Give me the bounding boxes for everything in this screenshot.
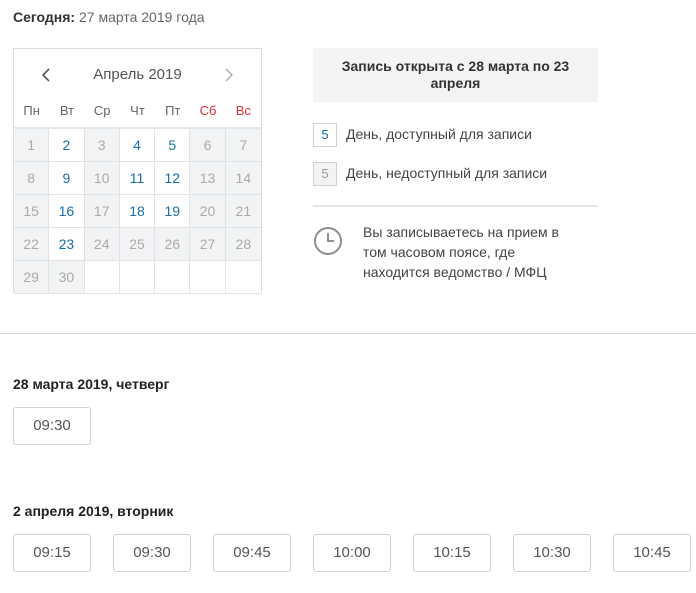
calendar-day: 17 [84, 195, 120, 228]
today-label: Сегодня: [13, 9, 76, 25]
weekday-row: Пн Вт Ср Чт Пт Сб Вс [14, 99, 261, 129]
calendar-day: 15 [14, 195, 50, 228]
section-divider [0, 333, 696, 334]
weekday-label: Сб [199, 103, 217, 118]
time-slot-button[interactable]: 09:45 [213, 534, 291, 572]
time-slot-button[interactable]: 10:00 [313, 534, 391, 572]
calendar-day[interactable]: 11 [119, 162, 156, 195]
calendar-day[interactable]: 19 [155, 195, 191, 228]
today-line: Сегодня: 27 марта 2019 года [13, 9, 205, 25]
calendar-day: 6 [190, 129, 226, 162]
calendar-day: 26 [155, 228, 191, 261]
calendar-day: 7 [225, 129, 261, 162]
calendar-day: 28 [225, 228, 261, 261]
calendar-day: 30 [49, 261, 85, 294]
legend-unavailable-swatch: 5 [313, 162, 337, 186]
calendar-day[interactable]: 5 [155, 129, 191, 162]
time-slot-button[interactable]: 09:30 [13, 407, 91, 445]
time-slot-button[interactable]: 09:15 [13, 534, 91, 572]
weekday-label: Чт [130, 103, 145, 118]
calendar-day: 29 [14, 261, 50, 294]
calendar-day: 8 [14, 162, 50, 195]
calendar-day: 1 [14, 129, 50, 162]
date-heading: 28 марта 2019, четверг [13, 376, 170, 392]
calendar-day: 22 [14, 228, 50, 261]
calendar-empty-cell [225, 261, 261, 294]
calendar-day[interactable]: 2 [49, 129, 85, 162]
calendar-day: 21 [225, 195, 261, 228]
booking-window-banner: Запись открыта с 28 марта по 23 апреля [313, 48, 598, 102]
calendar-day[interactable]: 9 [49, 162, 85, 195]
calendar: Апрель 2019 Пн Вт Ср Чт Пт Сб Вс 1 2 3 4 5 6 7 8 9 10 11… [13, 48, 262, 294]
calendar-day: 10 [84, 162, 120, 195]
legend-available-label: День, доступный для записи [346, 126, 532, 142]
time-slot-button[interactable]: 10:30 [513, 534, 591, 572]
calendar-day[interactable]: 16 [49, 195, 85, 228]
info-separator [313, 205, 598, 207]
weekday-label: Вс [235, 103, 251, 118]
calendar-day: 20 [190, 195, 226, 228]
time-slot-button[interactable]: 09:30 [113, 534, 191, 572]
calendar-day[interactable]: 23 [49, 228, 85, 261]
clock-icon [314, 227, 342, 255]
timezone-note: Вы записываетесь на прием в том часовом … [363, 224, 559, 280]
chevron-right-icon[interactable] [217, 63, 241, 87]
calendar-empty-cell [84, 261, 120, 294]
calendar-empty-cell [155, 261, 191, 294]
calendar-day: 14 [225, 162, 261, 195]
weekday-label: Пн [23, 103, 40, 118]
calendar-empty-cell [119, 261, 156, 294]
time-slot-button[interactable]: 10:15 [413, 534, 491, 572]
calendar-grid: 1 2 3 4 5 6 7 8 9 10 11 12 13 14 15 16 17 18 19 20 21 22 23 24 2… [14, 129, 261, 294]
legend-unavailable-label: День, недоступный для записи [346, 165, 548, 181]
calendar-day[interactable]: 4 [119, 129, 156, 162]
weekday-label: Пт [165, 103, 181, 118]
legend-available-swatch: 5 [313, 123, 337, 147]
weekday-label: Ср [93, 103, 111, 118]
weekday-label: Вт [59, 103, 75, 118]
calendar-empty-cell [190, 261, 226, 294]
calendar-day[interactable]: 12 [155, 162, 191, 195]
today-date: 27 марта 2019 года [78, 9, 205, 25]
calendar-day: 13 [190, 162, 226, 195]
calendar-header: Апрель 2019 [14, 49, 261, 99]
calendar-day[interactable]: 18 [119, 195, 156, 228]
calendar-day: 25 [119, 228, 156, 261]
date-heading: 2 апреля 2019, вторник [13, 503, 174, 519]
calendar-day: 24 [84, 228, 120, 261]
calendar-day: 3 [84, 129, 120, 162]
calendar-day: 27 [190, 228, 226, 261]
time-slot-button[interactable]: 10:45 [613, 534, 691, 572]
